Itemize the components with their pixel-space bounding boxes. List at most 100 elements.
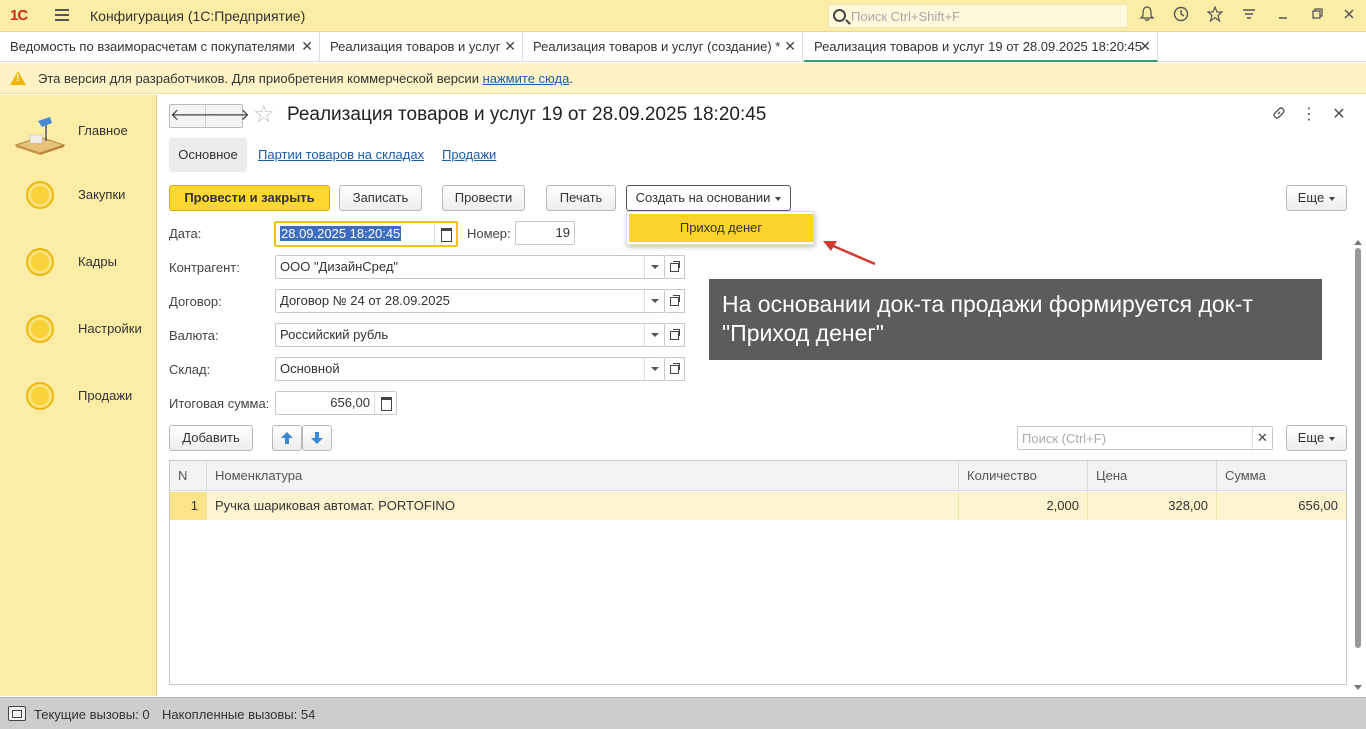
currency-value: Российский рубль (280, 327, 389, 342)
form-scrollbar[interactable] (1354, 240, 1362, 690)
goods-table: N Номенклатура Количество Цена Сумма 1 Р… (169, 460, 1347, 685)
developer-notice-bar: Эта версия для разработчиков. Для приобр… (0, 63, 1366, 94)
tab-close-icon[interactable]: ✕ (504, 32, 516, 61)
warehouse-label: Склад: (169, 362, 211, 377)
forward-arrow-icon[interactable]: 🡒 (207, 106, 250, 126)
global-search-input[interactable]: Поиск Ctrl+Shift+F (828, 4, 1128, 28)
close-form-icon[interactable]: ✕ (1329, 105, 1349, 125)
scroll-up-icon[interactable] (1354, 240, 1362, 245)
home-desk-icon (14, 117, 66, 155)
bell-icon[interactable] (1137, 6, 1157, 26)
sidebar-item-label: Главное (78, 123, 128, 138)
create-based-on-button[interactable]: Создать на основании (626, 185, 791, 211)
performance-monitor-icon[interactable] (8, 706, 26, 721)
history-nav: 🡐 🡒 (169, 104, 250, 128)
post-button[interactable]: Провести (442, 185, 525, 211)
circle-icon (26, 382, 54, 410)
table-search-placeholder: Поиск (Ctrl+F) (1022, 431, 1107, 446)
settings-lines-icon[interactable] (1239, 6, 1259, 26)
print-button[interactable]: Печать (546, 185, 616, 211)
tab-label: Ведомость по взаиморасчетам с покупателя… (10, 39, 295, 54)
link-icon[interactable] (1269, 105, 1289, 125)
section-main[interactable]: Основное (169, 138, 247, 172)
favorites-star-icon[interactable] (1205, 5, 1225, 26)
section-sales[interactable]: Продажи (442, 138, 496, 172)
dropdown-arrow-icon[interactable] (644, 290, 664, 312)
warehouse-field[interactable]: Основной (275, 357, 665, 381)
post-and-close-button[interactable]: Провести и закрыть (169, 185, 330, 211)
contract-label: Договор: (169, 294, 222, 309)
table-more-button[interactable]: Еще (1286, 425, 1347, 451)
open-contract-icon[interactable] (665, 289, 685, 313)
buy-link[interactable]: нажмите сюда (483, 71, 570, 86)
clear-icon[interactable]: ✕ (1252, 427, 1272, 449)
scroll-down-icon[interactable] (1354, 685, 1362, 690)
sidebar-item-main[interactable]: Главное (0, 105, 157, 155)
sidebar-item-staff[interactable]: Кадры (0, 238, 157, 288)
tab-receivables-report[interactable]: Ведомость по взаиморасчетам с покупателя… (0, 32, 320, 62)
sidebar-item-settings[interactable]: Настройки (0, 305, 157, 355)
annotation-callout: На основании док-та продажи формируется … (709, 279, 1322, 360)
tab-close-icon[interactable]: ✕ (1139, 32, 1151, 61)
number-field[interactable]: 19 (515, 221, 575, 245)
sections-sidebar: Главное Закупки Кадры Настройки Продажи (0, 95, 157, 696)
column-header-price[interactable]: Цена (1088, 461, 1217, 491)
sidebar-item-purchases[interactable]: Закупки (0, 171, 157, 221)
dropdown-arrow-icon[interactable] (644, 256, 664, 278)
open-currency-icon[interactable] (665, 323, 685, 347)
history-icon[interactable] (1171, 6, 1191, 26)
move-down-button[interactable] (302, 425, 332, 451)
contract-field[interactable]: Договор № 24 от 28.09.2025 (275, 289, 665, 313)
favorite-star-icon[interactable]: ☆ (253, 103, 275, 127)
column-header-n[interactable]: N (170, 461, 207, 491)
move-up-button[interactable] (272, 425, 302, 451)
more-button[interactable]: Еще (1286, 185, 1347, 211)
calendar-icon[interactable] (434, 223, 456, 245)
dropdown-arrow-icon[interactable] (644, 358, 664, 380)
counterparty-field[interactable]: ООО "ДизайнСред" (275, 255, 665, 279)
close-window-icon[interactable] (1339, 6, 1359, 26)
open-counterparty-icon[interactable] (665, 255, 685, 279)
restore-icon[interactable] (1307, 6, 1327, 26)
back-arrow-icon[interactable]: 🡐 (170, 106, 213, 126)
sidebar-item-label: Продажи (78, 388, 133, 403)
menu-item-cash-receipt[interactable]: Приход денег (629, 214, 813, 242)
warning-icon (10, 71, 26, 85)
date-field[interactable]: 28.09.2025 18:20:45 (274, 221, 458, 247)
more-vertical-icon[interactable]: ⋮ (1299, 105, 1319, 125)
dropdown-arrow-icon[interactable] (644, 324, 664, 346)
column-header-qty[interactable]: Количество (959, 461, 1088, 491)
date-value: 28.09.2025 18:20:45 (280, 226, 402, 241)
column-header-item[interactable]: Номенклатура (207, 461, 959, 491)
save-button[interactable]: Записать (339, 185, 422, 211)
create-based-on-label: Создать на основании (635, 190, 771, 205)
notice-suffix: . (569, 71, 573, 86)
open-warehouse-icon[interactable] (665, 357, 685, 381)
tab-label: Реализация товаров и услуг 19 от 28.09.2… (814, 39, 1142, 54)
scroll-thumb[interactable] (1355, 248, 1361, 648)
table-header: N Номенклатура Количество Цена Сумма (170, 461, 1346, 491)
section-batches[interactable]: Партии товаров на складах (258, 138, 424, 172)
developer-notice-text: Эта версия для разработчиков. Для приобр… (38, 71, 573, 86)
cell-qty: 2,000 (959, 492, 1088, 520)
tab-sales-list[interactable]: Реализация товаров и услуг ✕ (320, 32, 523, 62)
tab-sales-document[interactable]: Реализация товаров и услуг 19 от 28.09.2… (804, 32, 1158, 62)
sidebar-item-sales[interactable]: Продажи (0, 372, 157, 422)
table-row[interactable]: 1 Ручка шариковая автомат. PORTOFINO 2,0… (170, 492, 1346, 520)
calculator-icon[interactable] (374, 392, 396, 414)
tab-close-icon[interactable]: ✕ (301, 32, 313, 61)
currency-field[interactable]: Российский рубль (275, 323, 665, 347)
add-row-button[interactable]: Добавить (169, 425, 253, 451)
page-title: Реализация товаров и услуг 19 от 28.09.2… (287, 104, 767, 125)
accumulated-calls: Накопленные вызовы: 54 (162, 707, 316, 722)
column-header-sum[interactable]: Сумма (1217, 461, 1346, 491)
menu-icon[interactable] (55, 9, 69, 21)
minimize-icon[interactable] (1273, 6, 1293, 26)
tab-close-icon[interactable]: ✕ (784, 32, 796, 61)
circle-icon (26, 181, 54, 209)
table-search-input[interactable]: Поиск (Ctrl+F) ✕ (1017, 426, 1273, 450)
tab-sales-new[interactable]: Реализация товаров и услуг (создание) * … (523, 32, 803, 62)
contract-value: Договор № 24 от 28.09.2025 (280, 293, 450, 308)
create-based-on-menu: Приход денег (626, 211, 814, 245)
chevron-down-icon (1329, 196, 1336, 201)
